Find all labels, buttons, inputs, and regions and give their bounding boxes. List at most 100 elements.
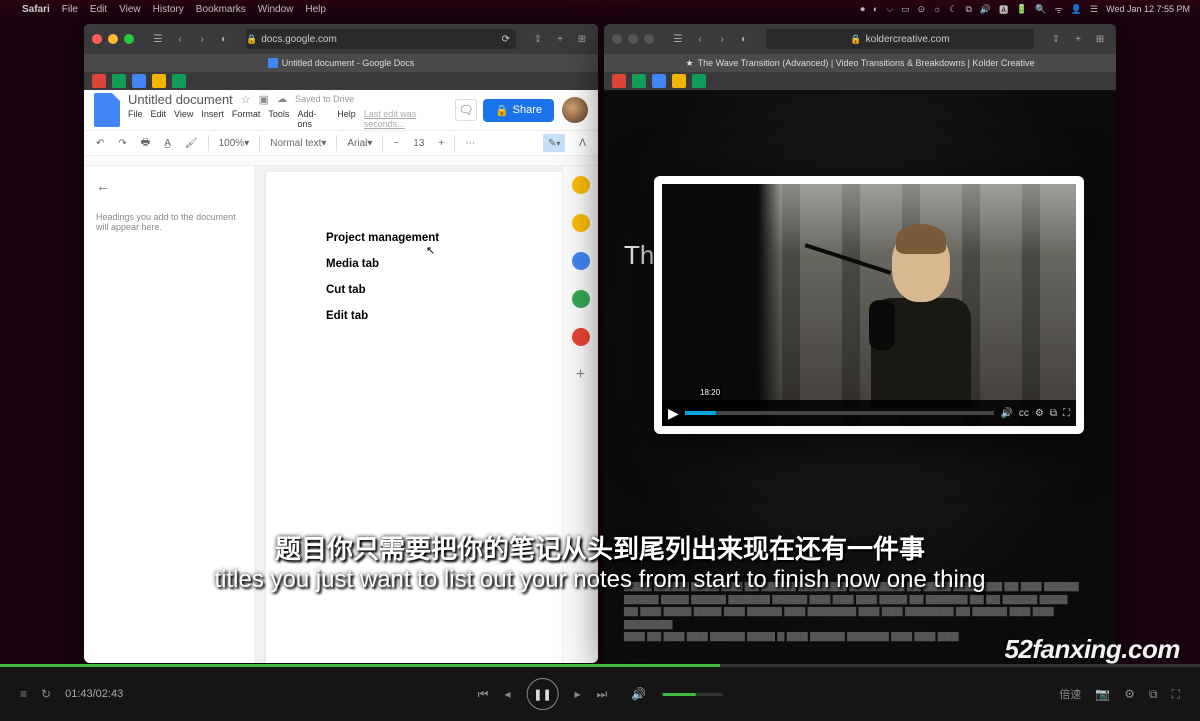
maps-icon[interactable] (572, 328, 590, 346)
print-icon[interactable]: 🖶 (137, 133, 154, 154)
menu-bookmarks[interactable]: Bookmarks (196, 4, 246, 15)
contacts-icon[interactable] (572, 290, 590, 308)
bookmark-icon[interactable] (632, 74, 646, 88)
docs-menu-insert[interactable]: Insert (201, 109, 224, 129)
pip-icon[interactable]: ⧉ (1149, 687, 1158, 702)
move-icon[interactable]: ▣ (259, 93, 269, 106)
outline-back-icon[interactable]: ← (96, 178, 242, 194)
more-icon[interactable]: ⋯ (461, 136, 479, 151)
address-bar[interactable]: 🔒 docs.google.com ⟳ (246, 29, 516, 49)
playlist-icon[interactable]: ≡ (20, 687, 27, 701)
bookmark-icon[interactable] (92, 74, 106, 88)
menu-help[interactable]: Help (305, 4, 326, 15)
bookmark-icon[interactable] (172, 74, 186, 88)
pip-icon[interactable]: ⧉ (1050, 408, 1057, 419)
settings-icon[interactable]: ⚙ (1035, 408, 1044, 419)
editing-mode-button[interactable]: ✎▾ (543, 134, 565, 152)
menu-window[interactable]: Window (258, 4, 294, 15)
forward-button[interactable]: › (194, 31, 210, 47)
new-tab-icon[interactable]: + (552, 31, 568, 47)
star-icon[interactable]: ☆ (241, 93, 251, 106)
collapse-icon[interactable]: ᐱ (575, 136, 590, 151)
new-tab-icon[interactable]: + (1070, 31, 1086, 47)
docs-menu-tools[interactable]: Tools (268, 109, 289, 129)
redo-icon[interactable]: ↷ (114, 136, 130, 151)
bookmark-icon[interactable] (692, 74, 706, 88)
step-back-icon[interactable]: ◂ (504, 687, 510, 701)
volume-slider[interactable] (662, 693, 722, 696)
menu-history[interactable]: History (153, 4, 184, 15)
docs-menu-edit[interactable]: Edit (151, 109, 167, 129)
next-track-icon[interactable]: ⏭ (597, 687, 608, 702)
video-player[interactable]: 18:20 ▶ 🔊 cc ⚙ ⧉ ⛶ (662, 184, 1076, 426)
add-panel-icon[interactable]: + (576, 366, 585, 384)
sidebar-toggle-icon[interactable]: ☰ (670, 31, 686, 47)
bookmark-icon[interactable] (112, 74, 126, 88)
bookmark-icon[interactable] (672, 74, 686, 88)
docs-menu-file[interactable]: File (128, 109, 143, 129)
tabs-overview-icon[interactable]: ⊞ (574, 31, 590, 47)
tabs-overview-icon[interactable]: ⊞ (1092, 31, 1108, 47)
menubar-datetime[interactable]: Wed Jan 12 7:55 PM (1106, 4, 1190, 14)
share-button[interactable]: 🔒 Share (483, 99, 554, 122)
tasks-icon[interactable] (572, 252, 590, 270)
doc-line[interactable]: Project management (326, 232, 502, 244)
video-progress[interactable] (685, 411, 995, 415)
font-size[interactable]: 13 (409, 136, 428, 151)
share-icon[interactable]: ⇪ (1048, 31, 1064, 47)
play-icon[interactable]: ▶ (668, 405, 679, 422)
last-edit-link[interactable]: Last edit was seconds... (364, 109, 455, 129)
bookmark-icon[interactable] (152, 74, 166, 88)
speed-button[interactable]: 倍速 (1059, 686, 1081, 702)
page-area[interactable]: Project management ↖ Media tab Cut tab E… (254, 166, 562, 663)
bookmark-icon[interactable] (132, 74, 146, 88)
menu-edit[interactable]: Edit (90, 4, 107, 15)
minimize-icon[interactable] (628, 34, 638, 44)
fullscreen-icon[interactable]: ⛶ (1063, 408, 1070, 419)
browser-tab[interactable]: Untitled document - Google Docs (84, 54, 598, 72)
doc-line[interactable]: Edit tab (326, 310, 502, 322)
settings-icon[interactable]: ⚙ (1124, 687, 1135, 701)
share-icon[interactable]: ⇪ (530, 31, 546, 47)
forward-button[interactable]: › (714, 31, 730, 47)
doc-line[interactable]: Cut tab (326, 284, 502, 296)
zoom-select[interactable]: 100% ▾ (215, 136, 254, 151)
spellcheck-icon[interactable]: A̲ (160, 136, 175, 151)
font-size-dec[interactable]: − (389, 136, 403, 151)
screenshot-icon[interactable]: 📷 (1095, 687, 1110, 701)
paint-format-icon[interactable]: 🖌 (181, 136, 202, 151)
reader-icon[interactable]: ◐ (216, 31, 232, 47)
docs-menu-view[interactable]: View (174, 109, 193, 129)
reload-icon[interactable]: ⟳ (502, 34, 510, 45)
close-icon[interactable] (92, 34, 102, 44)
menu-view[interactable]: View (119, 4, 141, 15)
doc-line[interactable]: Media tab (326, 258, 502, 270)
undo-icon[interactable]: ↶ (92, 136, 108, 151)
font-size-inc[interactable]: + (434, 136, 448, 151)
address-bar[interactable]: 🔒 koldercreative.com (766, 29, 1034, 49)
loop-icon[interactable]: ↻ (41, 687, 51, 701)
docs-logo-icon[interactable] (94, 93, 120, 127)
bookmark-icon[interactable] (612, 74, 626, 88)
document-page[interactable]: Project management ↖ Media tab Cut tab E… (266, 172, 562, 663)
docs-menu-help[interactable]: Help (337, 109, 356, 129)
back-button[interactable]: ‹ (692, 31, 708, 47)
avatar[interactable] (562, 97, 588, 123)
volume-icon[interactable]: 🔊 (1000, 408, 1012, 419)
progress-track[interactable] (0, 664, 1200, 667)
bookmark-icon[interactable] (652, 74, 666, 88)
menu-file[interactable]: File (62, 4, 78, 15)
document-title[interactable]: Untitled document (128, 92, 233, 107)
comments-icon[interactable]: 🗨 (455, 99, 477, 121)
close-icon[interactable] (612, 34, 622, 44)
font-select[interactable]: Arial ▾ (343, 136, 376, 151)
calendar-icon[interactable] (572, 176, 590, 194)
maximize-icon[interactable] (124, 34, 134, 44)
menubar-app[interactable]: Safari (22, 4, 50, 15)
browser-tab[interactable]: ★ The Wave Transition (Advanced) | Video… (604, 54, 1116, 72)
prev-track-icon[interactable]: ⏮ (478, 687, 489, 702)
back-button[interactable]: ‹ (172, 31, 188, 47)
minimize-icon[interactable] (108, 34, 118, 44)
pause-button[interactable]: ❚❚ (527, 678, 559, 710)
keep-icon[interactable] (572, 214, 590, 232)
